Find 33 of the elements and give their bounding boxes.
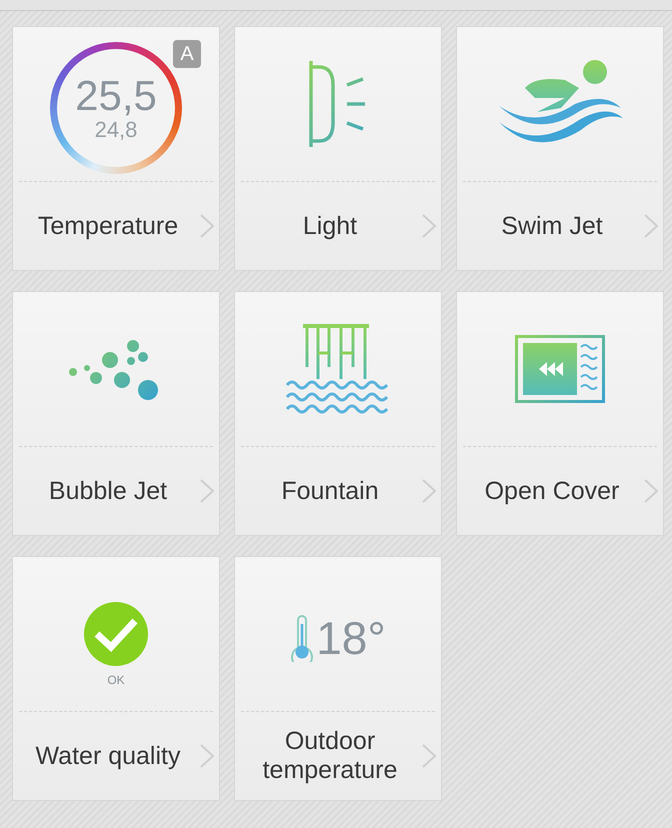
tile-card[interactable]: Open Cover [456,291,664,536]
status-text: OK [107,673,125,687]
tile-label: Bubble Jet [48,476,168,506]
outdoor-temperature-value: 18° [316,611,386,665]
mode-badge: A [173,40,201,68]
tile-label: Temperature [38,212,178,240]
tile-label: Light [302,212,358,240]
tile-label: Swim Jet [501,212,603,240]
pool-cover-icon [515,335,605,403]
tile-label: Open Cover [484,476,620,506]
tile-card[interactable]: 25,5 24,8 A Temperature [12,26,220,271]
temperature-secondary-value: 24,8 [94,118,138,142]
fountain-icon [285,323,391,415]
chevron-icon [199,213,215,239]
tile-card[interactable]: Bubble Jet [12,291,220,536]
chevron-icon [643,478,659,504]
chevron-icon [421,213,437,239]
check-icon [83,601,149,667]
chevron-icon [421,478,437,504]
tile-card[interactable]: Fountain [234,291,442,536]
chevron-icon [643,213,659,239]
tile-card[interactable]: Light [234,26,442,271]
tile-card[interactable]: 18° Outdoor temperature [234,556,442,801]
tile-card[interactable]: OK Water quality [12,556,220,801]
tile-card[interactable]: Swim Jet [456,26,664,271]
tile-label: Fountain [281,476,379,506]
tile-label: Water quality [36,742,180,770]
thermometer-icon [290,614,314,662]
chevron-icon [199,743,215,769]
chevron-icon [421,743,437,769]
chevron-icon [199,478,215,504]
tile-label: Outdoor temperature [262,727,398,785]
temperature-value: 25,5 [75,74,157,118]
